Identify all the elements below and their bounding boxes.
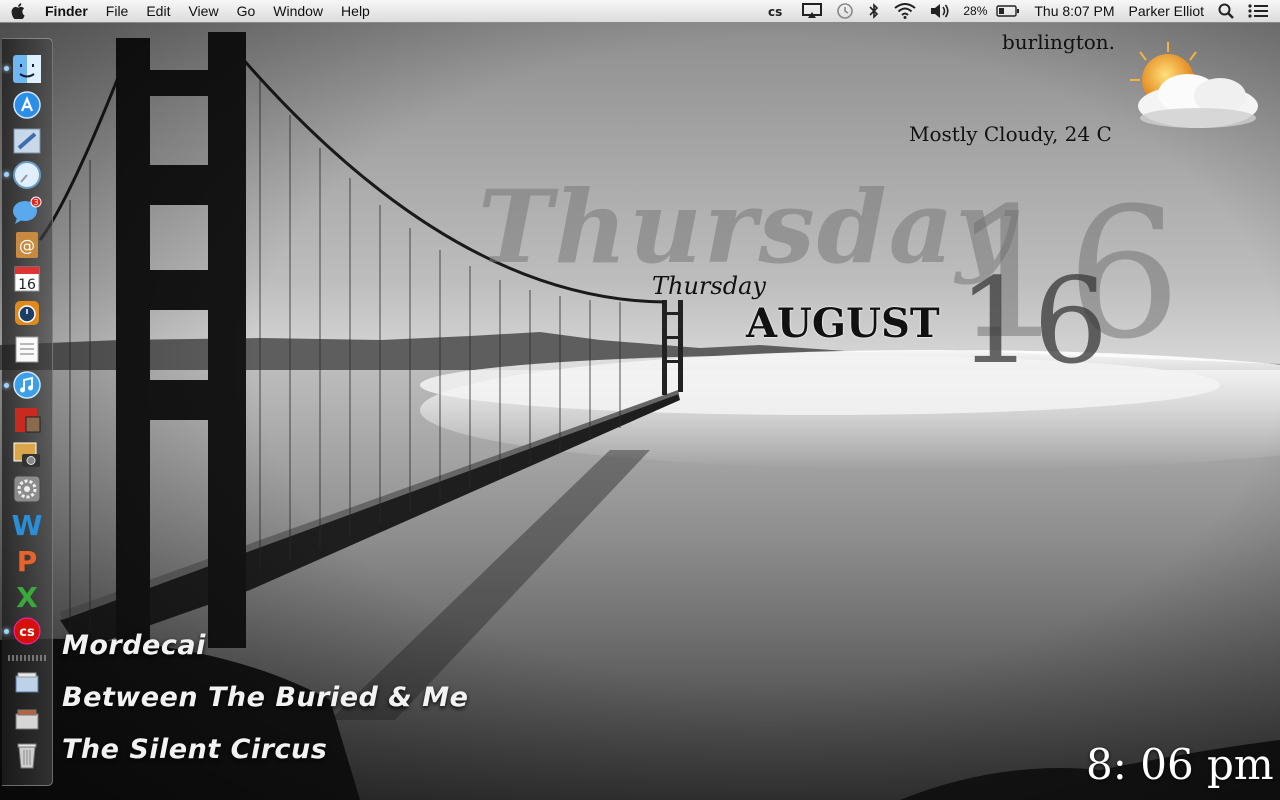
running-indicator <box>4 172 9 177</box>
user-menu[interactable]: Parker Elliot <box>1122 0 1211 22</box>
battery-icon[interactable] <box>989 0 1027 22</box>
calendar-icon[interactable]: 16 <box>10 263 44 295</box>
desktop-clock: 8: 06 pm <box>1086 740 1274 789</box>
now-playing-title: Mordecai <box>62 630 206 661</box>
menu-go[interactable]: Go <box>228 0 265 22</box>
messages-badge: 3 <box>33 198 38 207</box>
menu-file[interactable]: File <box>97 0 138 22</box>
volume-icon[interactable] <box>923 0 957 22</box>
svg-text:@: @ <box>19 236 35 255</box>
date-widget-month: AUGUST <box>746 300 940 347</box>
mail-icon[interactable] <box>10 125 44 157</box>
svg-text:cs: cs <box>19 625 35 640</box>
powerpoint-icon[interactable]: P <box>10 545 44 577</box>
notes-icon[interactable] <box>10 333 44 365</box>
svg-text:cs: cs <box>768 5 782 17</box>
weather-description: Mostly Cloudy, 24 C <box>909 122 1112 146</box>
battery-percent: 28% <box>963 4 988 18</box>
date-widget-small-date: 16 <box>958 252 1109 390</box>
menu-bar: Finder File Edit View Go Window Help cs … <box>0 0 1280 23</box>
now-playing-album: The Silent Circus <box>62 734 328 765</box>
excel-icon[interactable]: X <box>10 581 44 613</box>
menu-view[interactable]: View <box>179 0 227 22</box>
svg-text:W: W <box>12 510 42 540</box>
menu-window[interactable]: Window <box>264 0 332 22</box>
weather-city: burlington. <box>1002 30 1116 54</box>
spotlight-icon[interactable] <box>1211 0 1241 22</box>
airplay-icon[interactable] <box>795 0 829 22</box>
svg-text:X: X <box>16 582 38 612</box>
address-book-icon[interactable]: @ <box>10 229 44 261</box>
system-preferences-icon[interactable] <box>10 473 44 505</box>
app-store-icon[interactable] <box>10 89 44 121</box>
word-icon[interactable]: W <box>10 509 44 541</box>
menu-edit[interactable]: Edit <box>137 0 179 22</box>
running-indicator <box>4 66 9 71</box>
dock: 3 @ 16 W P X cs <box>2 38 53 786</box>
notification-list-icon[interactable] <box>1241 0 1280 22</box>
downloads-stack-icon[interactable] <box>10 667 44 699</box>
bluetooth-icon[interactable] <box>861 0 887 22</box>
date-widget-big-day: Thursday <box>478 168 1016 286</box>
partly-cloudy-icon <box>1110 40 1270 135</box>
lastfm-icon[interactable]: cs <box>761 0 795 22</box>
date-widget-small-day: Thursday <box>652 272 766 300</box>
menu-help[interactable]: Help <box>332 0 379 22</box>
running-indicator <box>4 383 9 388</box>
time-machine-icon[interactable] <box>829 0 861 22</box>
documents-stack-icon[interactable] <box>10 703 44 735</box>
svg-text:P: P <box>17 546 38 576</box>
finder-icon[interactable] <box>10 53 44 85</box>
itunes-icon[interactable] <box>10 369 44 401</box>
messages-icon[interactable]: 3 <box>10 195 44 227</box>
desktop-wallpaper <box>0 0 1280 800</box>
apple-menu-icon[interactable] <box>0 0 36 22</box>
photo-booth-icon[interactable] <box>10 404 44 436</box>
trash-icon[interactable] <box>10 739 44 771</box>
iphoto-icon[interactable] <box>10 439 44 471</box>
running-indicator <box>4 629 9 634</box>
now-playing-artist: Between The Buried & Me <box>62 682 469 713</box>
utility-clock-icon[interactable] <box>10 297 44 329</box>
menubar-clock[interactable]: Thu 8:07 PM <box>1027 0 1121 22</box>
menu-finder[interactable]: Finder <box>36 0 97 22</box>
dock-separator <box>8 655 48 661</box>
safari-icon[interactable] <box>10 159 44 191</box>
wifi-icon[interactable] <box>887 0 923 22</box>
lastfm-app-icon[interactable]: cs <box>10 615 44 647</box>
calendar-day: 16 <box>18 277 36 293</box>
